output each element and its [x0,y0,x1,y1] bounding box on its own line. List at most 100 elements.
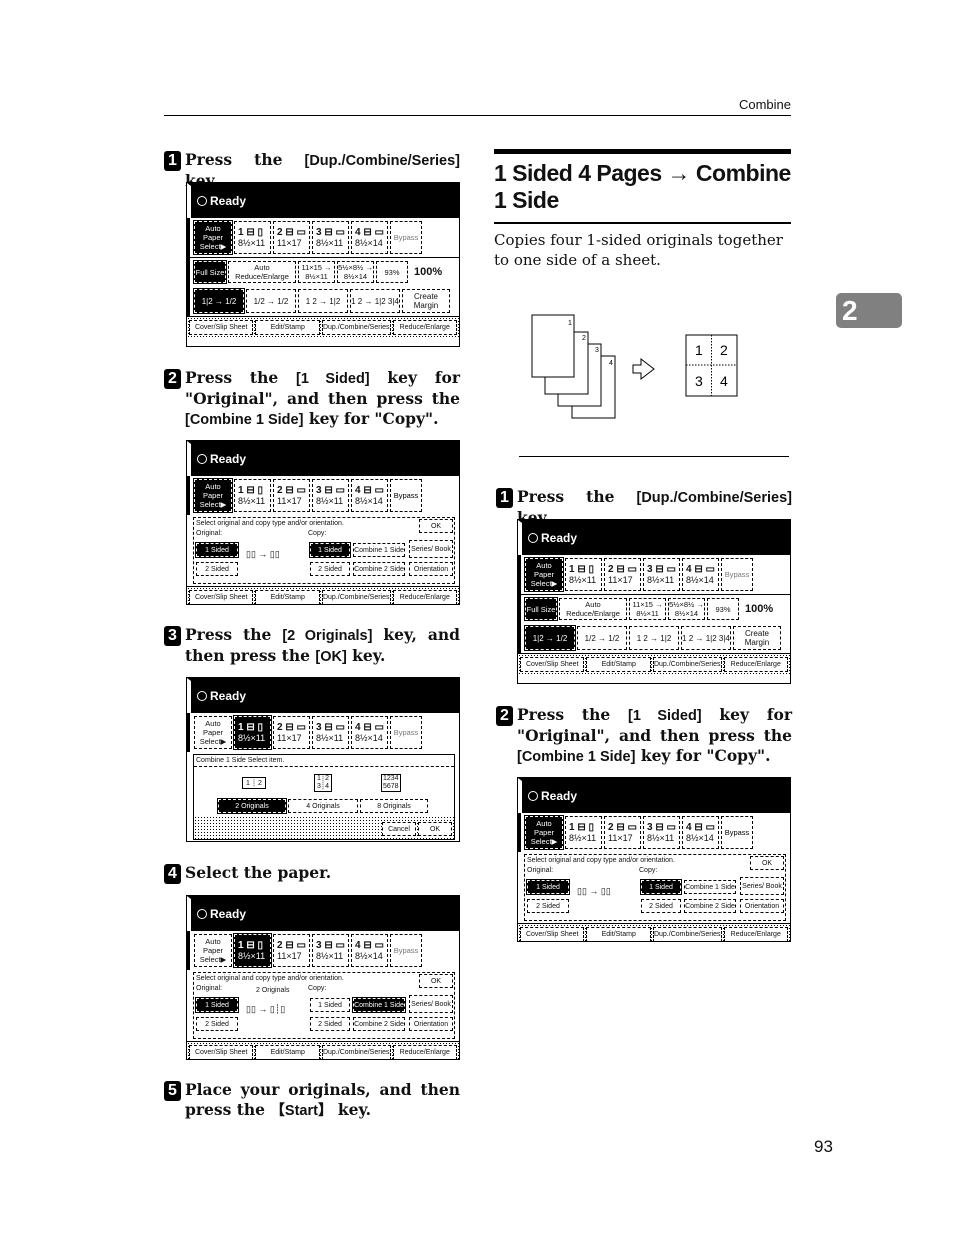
copy-2-sided-button[interactable]: 2 Sided [310,1017,350,1031]
preset-ratio-2-button[interactable]: 5½×8½ → 8½×14 [668,598,705,620]
preset-ratio-3-button[interactable]: 93% [376,261,408,283]
auto-paper-select-button[interactable]: Auto Paper Select▶ [194,934,232,967]
tray-4-button[interactable]: 4 ⊟ ▭ 8½×14 [351,716,388,749]
auto-reduce-enlarge-button[interactable]: Auto Reduce/Enlarge [228,261,296,283]
tab-cover-slip-sheet[interactable]: Cover/Slip Sheet [189,590,254,604]
copy-1-sided-button[interactable]: 1 Sided [309,542,351,558]
tab-reduce-enlarge[interactable]: Reduce/Enlarge [723,657,788,672]
combine-1-side-button[interactable]: Combine 1 Side [684,880,736,894]
auto-paper-select-button[interactable]: Auto Paper Select▶ [524,557,564,592]
tab-edit-stamp[interactable]: Edit/Stamp [255,320,320,335]
auto-paper-select-button[interactable]: Auto Paper Select▶ [524,815,564,850]
ok-button[interactable]: OK [419,519,453,533]
dup-mode-1-button[interactable]: 1|2 → 1/2 [524,625,576,651]
auto-paper-select-button[interactable]: Auto Paper Select▶ [194,716,232,749]
tab-cover-slip-sheet[interactable]: Cover/Slip Sheet [520,927,585,941]
tray-2-button[interactable]: 2 ⊟ ▭ 11×17 [273,479,310,512]
bypass-button[interactable]: Bypass [390,479,422,512]
series-book-button[interactable]: Series/ Book [409,995,453,1013]
tray-2-button[interactable]: 2 ⊟ ▭ 11×17 [604,558,641,591]
tray-3-button[interactable]: 3 ⊟ ▭ 8½×11 [312,221,349,254]
dup-mode-2-button[interactable]: 1/2 → 1/2 [246,289,296,313]
tab-cover-slip-sheet[interactable]: Cover/Slip Sheet [189,320,254,335]
original-2-sided-button[interactable]: 2 Sided [196,562,238,576]
original-1-sided-button[interactable]: 1 Sided [195,542,239,558]
combine-1-side-button[interactable]: Combine 1 Side [352,997,406,1013]
tray-4-button[interactable]: 4 ⊟ ▭ 8½×14 [351,934,388,967]
ok-button[interactable]: OK [419,974,453,988]
full-size-button[interactable]: Full Size [524,597,558,621]
tab-dup-combine-series[interactable]: Dup./Combine/Series [652,657,722,672]
original-1-sided-button[interactable]: 1 Sided [195,997,239,1013]
auto-reduce-enlarge-button[interactable]: Auto Reduce/Enlarge [559,598,627,620]
series-book-button[interactable]: Series/ Book [740,877,784,895]
tray-2-button[interactable]: 2 ⊟ ▭ 11×17 [273,934,310,967]
tray-2-button[interactable]: 2 ⊟ ▭ 11×17 [273,221,310,254]
auto-paper-select-button[interactable]: Auto Paper Select▶ [193,478,233,513]
ok-button[interactable]: OK [750,856,784,870]
tab-dup-combine-series[interactable]: Dup./Combine/Series [652,927,722,941]
tab-cover-slip-sheet[interactable]: Cover/Slip Sheet [189,1045,254,1059]
preset-ratio-1-button[interactable]: 11×15 → 8½×11 [629,598,666,620]
tray-1-button[interactable]: 1 ⊟ ▯ 8½×11 [234,479,271,512]
bypass-button[interactable]: Bypass [721,816,753,849]
tab-dup-combine-series[interactable]: Dup./Combine/Series [321,590,391,604]
original-1-sided-button[interactable]: 1 Sided [526,879,570,895]
original-2-sided-button[interactable]: 2 Sided [196,1017,238,1031]
original-2-sided-button[interactable]: 2 Sided [527,899,569,913]
tab-edit-stamp[interactable]: Edit/Stamp [255,1045,320,1059]
bypass-button[interactable]: Bypass [390,221,422,254]
dup-mode-2-button[interactable]: 1/2 → 1/2 [577,626,627,650]
tab-cover-slip-sheet[interactable]: Cover/Slip Sheet [520,657,585,672]
copy-1-sided-button[interactable]: 1 Sided [640,879,682,895]
copy-2-sided-button[interactable]: 2 Sided [641,899,681,913]
tab-reduce-enlarge[interactable]: Reduce/Enlarge [392,320,457,335]
tray-1-button[interactable]: 1 ⊟ ▯ 8½×11 [233,715,272,750]
combine-mode-2-button[interactable]: 1 2 → 1|2 3|4 [350,289,400,313]
2-originals-button[interactable]: 2 Originals [217,798,287,814]
combine-2-side-button[interactable]: Combine 2 Side [353,1017,405,1031]
combine-mode-2-button[interactable]: 1 2 → 1|2 3|4 [681,626,731,650]
tab-reduce-enlarge[interactable]: Reduce/Enlarge [723,927,788,941]
tab-reduce-enlarge[interactable]: Reduce/Enlarge [392,590,457,604]
dup-mode-1-button[interactable]: 1|2 → 1/2 [193,288,245,314]
tab-edit-stamp[interactable]: Edit/Stamp [255,590,320,604]
preset-ratio-2-button[interactable]: 5½×8½ → 8½×14 [337,261,374,283]
cancel-button[interactable]: Cancel [382,822,416,836]
tray-2-button[interactable]: 2 ⊟ ▭ 11×17 [273,716,310,749]
series-book-button[interactable]: Series/ Book [409,540,453,558]
tab-edit-stamp[interactable]: Edit/Stamp [586,657,651,672]
tray-4-button[interactable]: 4 ⊟ ▭ 8½×14 [351,221,388,254]
combine-2-side-button[interactable]: Combine 2 Side [684,899,736,913]
ok-button[interactable]: OK [418,822,452,836]
auto-paper-select-button[interactable]: Auto Paper Select▶ [193,220,233,255]
create-margin-button[interactable]: Create Margin [402,289,450,313]
tray-3-button[interactable]: 3 ⊟ ▭ 8½×11 [312,716,349,749]
tab-edit-stamp[interactable]: Edit/Stamp [586,927,651,941]
tray-3-button[interactable]: 3 ⊟ ▭ 8½×11 [312,479,349,512]
4-originals-button[interactable]: 4 Originals [288,799,358,813]
orientation-button[interactable]: Orientation [409,1017,453,1031]
bypass-button[interactable]: Bypass [721,558,753,591]
tab-reduce-enlarge[interactable]: Reduce/Enlarge [392,1045,457,1059]
tray-3-button[interactable]: 3 ⊟ ▭ 8½×11 [643,558,680,591]
copy-1-sided-button[interactable]: 1 Sided [310,998,350,1012]
tray-1-button[interactable]: 1 ⊟ ▯ 8½×11 [233,933,272,968]
copy-2-sided-button[interactable]: 2 Sided [310,562,350,576]
tray-2-button[interactable]: 2 ⊟ ▭ 11×17 [604,816,641,849]
tray-3-button[interactable]: 3 ⊟ ▭ 8½×11 [643,816,680,849]
tray-1-button[interactable]: 1 ⊟ ▯ 8½×11 [565,816,602,849]
tray-4-button[interactable]: 4 ⊟ ▭ 8½×14 [351,479,388,512]
combine-mode-1-button[interactable]: 1 2 → 1|2 [629,626,679,650]
bypass-button[interactable]: Bypass [390,716,422,749]
orientation-button[interactable]: Orientation [740,899,784,913]
combine-mode-1-button[interactable]: 1 2 → 1|2 [298,289,348,313]
tray-1-button[interactable]: 1 ⊟ ▯ 8½×11 [234,221,271,254]
tray-4-button[interactable]: 4 ⊟ ▭ 8½×14 [682,558,719,591]
bypass-button[interactable]: Bypass [390,934,422,967]
tab-dup-combine-series[interactable]: Dup./Combine/Series [321,320,391,335]
tray-4-button[interactable]: 4 ⊟ ▭ 8½×14 [682,816,719,849]
tray-1-button[interactable]: 1 ⊟ ▯ 8½×11 [565,558,602,591]
8-originals-button[interactable]: 8 Originals [360,799,428,813]
create-margin-button[interactable]: Create Margin [733,626,781,650]
